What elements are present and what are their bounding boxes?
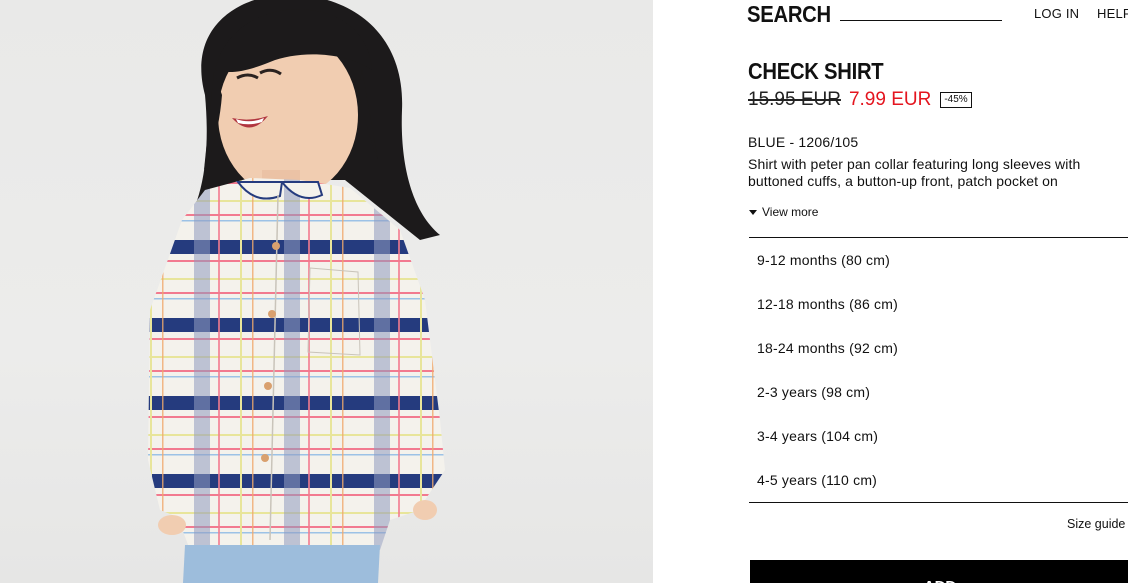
size-option[interactable]: 3-4 years (104 cm) xyxy=(749,414,1128,458)
product-photo[interactable] xyxy=(0,0,653,583)
help-link[interactable]: HELP xyxy=(1097,6,1128,21)
product-photo-illustration xyxy=(148,0,445,583)
original-price: 15.95 EUR xyxy=(748,89,841,110)
size-option[interactable]: 2-3 years (98 cm) xyxy=(749,370,1128,414)
add-to-cart-button[interactable]: ADD xyxy=(750,560,1128,583)
size-selector: 9-12 months (80 cm) 12-18 months (86 cm)… xyxy=(749,237,1128,503)
search-input[interactable] xyxy=(840,20,1002,21)
sale-price: 7.99 EUR xyxy=(848,89,932,110)
view-more-button[interactable]: View more xyxy=(749,205,818,219)
search-button[interactable]: SEARCH xyxy=(747,1,831,28)
discount-badge: -45% xyxy=(940,92,972,108)
size-guide-link[interactable]: Size guide xyxy=(1067,517,1125,531)
size-option[interactable]: 9-12 months (80 cm) xyxy=(749,238,1128,282)
color-reference: BLUE - 1206/105 xyxy=(748,134,859,150)
description-line: buttoned cuffs, a button-up front, patch… xyxy=(748,173,1058,189)
size-option[interactable]: 12-18 months (86 cm) xyxy=(749,282,1128,326)
login-link[interactable]: LOG IN xyxy=(1034,6,1079,21)
description-line: Shirt with peter pan collar featuring lo… xyxy=(748,156,1081,172)
caret-down-icon xyxy=(749,209,757,215)
product-title: CHECK SHIRT xyxy=(748,58,884,84)
product-page: SEARCH LOG IN HELP CHECK SHIRT 15.95 EUR… xyxy=(0,0,1128,583)
price-row: 15.95 EUR 7.99 EUR -45% xyxy=(748,89,972,111)
view-more-label: View more xyxy=(762,205,819,219)
product-description: Shirt with peter pan collar featuring lo… xyxy=(748,156,1128,190)
size-option[interactable]: 4-5 years (110 cm) xyxy=(749,458,1128,502)
size-option[interactable]: 18-24 months (92 cm) xyxy=(749,326,1128,370)
